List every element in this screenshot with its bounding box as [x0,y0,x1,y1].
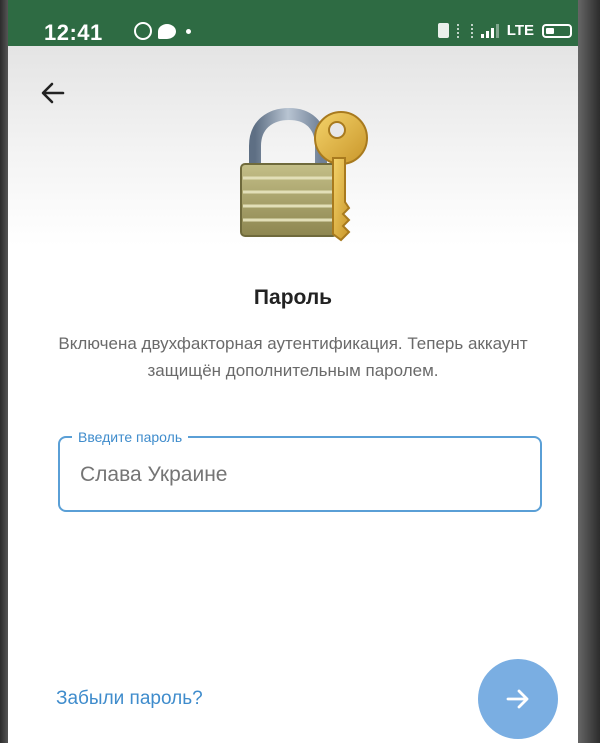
password-field-label: Введите пароль [72,428,189,446]
signal-icon [480,23,499,38]
status-bar: 12:41 LTE [8,0,578,46]
notification-icons [134,22,191,40]
arrow-left-icon [41,82,65,104]
more-notifications-icon [186,28,191,34]
forgot-password-link[interactable]: Забыли пароль? [56,688,203,710]
back-button[interactable] [36,76,70,110]
padlock-with-key-icon [233,106,373,246]
system-icons: LTE [437,22,572,39]
phone-screen: 12:41 LTE Пароль Включена двухфакторная … [8,0,578,743]
battery-icon [542,23,572,38]
page-title: Пароль [253,286,333,309]
network-type: LTE [506,22,534,39]
vibrate-icon [456,23,473,38]
sim-icon [437,23,449,38]
whatsapp-icon [134,22,152,40]
password-field[interactable]: Введите пароль [58,428,542,512]
arrow-right-icon [506,689,529,709]
next-button[interactable] [478,659,558,739]
status-time: 12:41 [44,20,103,45]
message-icon [158,23,176,39]
page-description: Включена двухфакторная аутентификация. Т… [58,334,528,380]
password-input[interactable] [80,460,520,490]
